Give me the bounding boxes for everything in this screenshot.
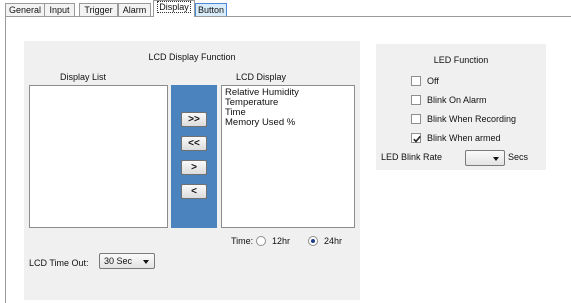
lcd-timeout-select[interactable]: 30 Sec xyxy=(99,253,155,269)
checkbox-blink-on-alarm-label[interactable]: Blink On Alarm xyxy=(427,95,487,105)
led-blink-rate-unit: Secs xyxy=(508,152,529,162)
time-label: Time: xyxy=(231,236,254,246)
checkbox-blink-when-recording-label[interactable]: Blink When Recording xyxy=(427,114,516,124)
checkbox-blink-when-armed[interactable] xyxy=(411,133,421,143)
checkbox-blink-when-armed-label[interactable]: Blink When armed xyxy=(427,133,501,143)
add-button[interactable]: > xyxy=(181,160,207,175)
chevron-down-icon xyxy=(143,260,149,264)
radio-24hr[interactable] xyxy=(308,236,318,246)
radio-12hr-label[interactable]: 12hr xyxy=(272,236,290,246)
tab-button[interactable]: Button xyxy=(195,3,227,16)
list-item[interactable]: Memory Used % xyxy=(225,117,295,128)
led-function-panel: LED Function Off Blink On Alarm Blink Wh… xyxy=(376,44,546,170)
led-blink-rate-select[interactable] xyxy=(465,150,505,166)
led-blink-rate-label: LED Blink Rate xyxy=(381,152,443,162)
tab-trigger[interactable]: Trigger xyxy=(79,3,118,16)
tab-general[interactable]: General xyxy=(5,3,45,16)
radio-24hr-label[interactable]: 24hr xyxy=(324,236,342,246)
lcd-display-panel: LCD Display Function Display List LCD Di… xyxy=(24,41,360,300)
transfer-button-strip: >> << > < xyxy=(171,85,217,228)
display-list-label: Display List xyxy=(60,72,107,82)
checkmark-icon xyxy=(413,135,421,143)
remove-button[interactable]: < xyxy=(181,184,207,199)
checkbox-off[interactable] xyxy=(411,76,421,86)
remove-all-button[interactable]: << xyxy=(181,136,207,151)
lcd-panel-title: LCD Display Function xyxy=(148,52,236,62)
radio-12hr[interactable] xyxy=(256,236,266,246)
tab-input[interactable]: Input xyxy=(44,3,75,16)
led-panel-title: LED Function xyxy=(433,55,489,65)
display-list[interactable] xyxy=(29,85,168,228)
checkbox-blink-on-alarm[interactable] xyxy=(411,95,421,105)
radio-selected-dot xyxy=(311,239,315,243)
lcd-timeout-label: LCD Time Out: xyxy=(29,258,89,268)
tab-alarm[interactable]: Alarm xyxy=(118,3,151,16)
lcd-timeout-value: 30 Sec xyxy=(104,256,133,266)
lcd-display-label: LCD Display xyxy=(236,72,287,82)
checkbox-blink-when-recording[interactable] xyxy=(411,114,421,124)
tab-display[interactable]: Display xyxy=(153,0,195,17)
add-all-button[interactable]: >> xyxy=(181,112,207,127)
checkbox-off-label[interactable]: Off xyxy=(427,76,439,86)
chevron-down-icon xyxy=(493,157,499,161)
lcd-display-list[interactable]: Relative Humidity Temperature Time Memor… xyxy=(221,85,355,228)
